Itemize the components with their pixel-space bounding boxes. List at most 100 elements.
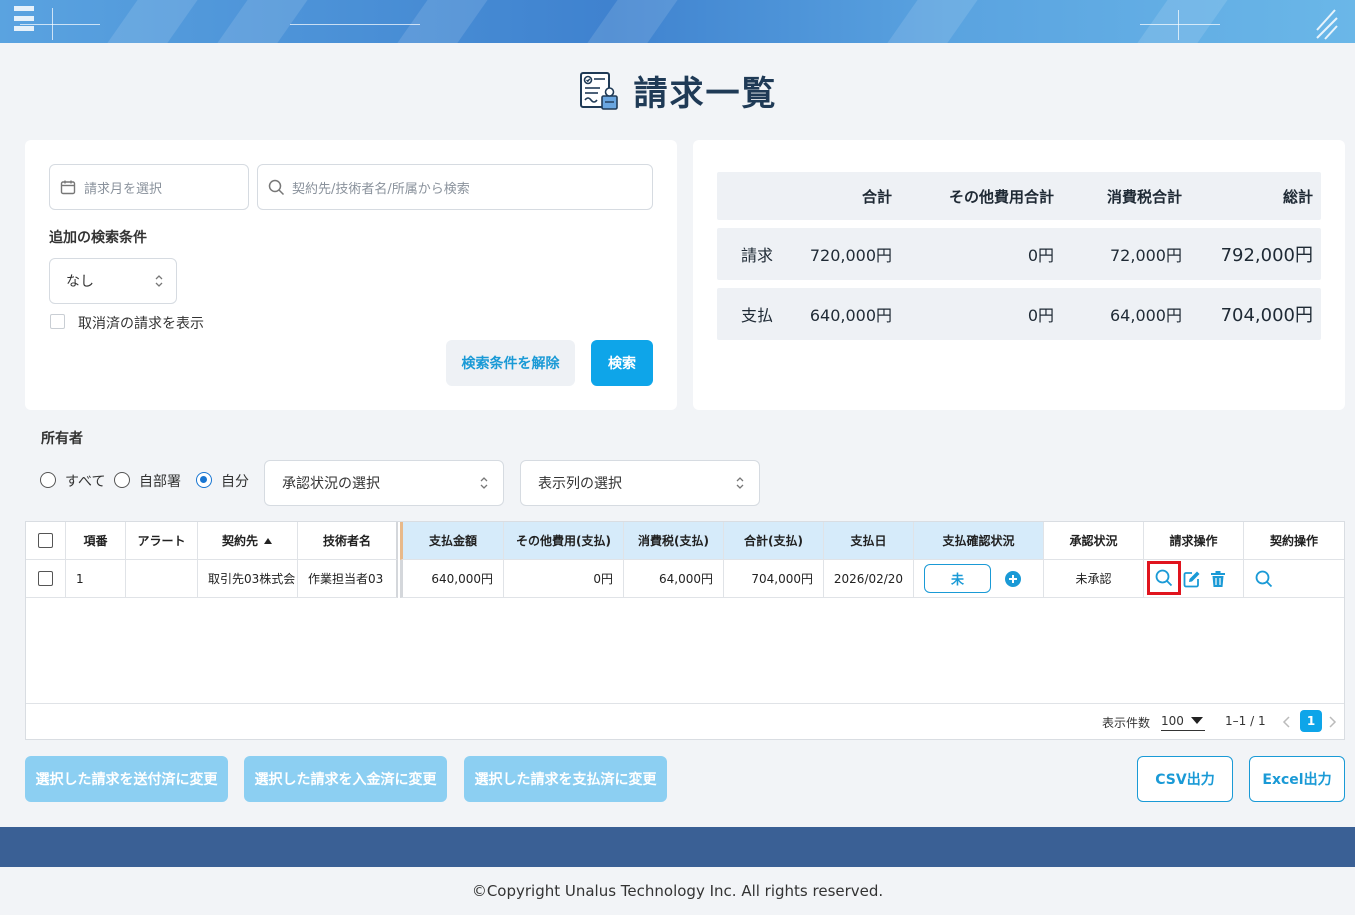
sort-up-icon — [264, 537, 272, 544]
chevron-right-icon[interactable] — [1327, 716, 1337, 728]
invoice-doc-icon — [579, 71, 618, 110]
invoice-table: 項番 アラート 契約先 技術者名 支払金額 その他費用(支払) 消費税(支払) … — [25, 521, 1345, 740]
header-other-pay: その他費用(支払) — [504, 522, 624, 560]
row-total-pay: 704,000円 — [724, 560, 824, 598]
row-approval: 未承認 — [1044, 560, 1144, 598]
keyword-placeholder: 契約先/技術者名/所属から検索 — [292, 181, 470, 197]
clear-conditions-button[interactable]: 検索条件を解除 — [446, 340, 575, 386]
owner-label: 所有者 — [41, 431, 83, 447]
per-page-value: 100 — [1161, 713, 1184, 728]
header-invoice-ops: 請求操作 — [1144, 522, 1244, 560]
header-client[interactable]: 契約先 — [198, 522, 298, 560]
owner-option-self[interactable]: 自分 — [221, 471, 249, 491]
footer-band — [0, 827, 1355, 867]
mark-paid-button[interactable]: 選択した請求を支払済に変更 — [464, 756, 667, 802]
row-pay-status-cell: 未 — [914, 560, 1044, 598]
page-range: 1–1 / 1 — [1225, 714, 1266, 728]
header-pay-amount: 支払金額 — [400, 522, 504, 560]
pagination-bar: 表示件数 100 1–1 / 1 1 — [26, 703, 1344, 739]
header-select-all — [26, 522, 66, 560]
per-page-label: 表示件数 — [1102, 716, 1151, 730]
diagonal-lines-icon — [1316, 9, 1338, 40]
page-title: 請求一覧 — [633, 74, 778, 114]
header-pay-status: 支払確認状況 — [914, 522, 1044, 560]
header-total-pay: 合計(支払) — [724, 522, 824, 560]
row-client: 取引先03株式会 — [198, 560, 298, 598]
extra-conditions-value: なし — [66, 274, 94, 290]
header-engineer: 技術者名 — [298, 522, 398, 560]
row-contract-ops — [1244, 560, 1344, 598]
header-alert: アラート — [126, 522, 198, 560]
csv-export-button[interactable]: CSV出力 — [1137, 756, 1233, 802]
trash-icon — [1211, 571, 1225, 587]
row-pay-date: 2026/02/20 — [824, 560, 914, 598]
row-no: 1 — [66, 560, 126, 598]
summary-header-row: 合計 その他費用合計 消費税合計 総計 — [717, 172, 1321, 220]
summary-row-label: 支払 — [741, 306, 774, 325]
month-placeholder: 請求月を選択 — [84, 181, 163, 197]
owner-radio-department[interactable] — [114, 472, 130, 488]
row-engineer: 作業担当者03 — [298, 560, 398, 598]
view-invoice-button[interactable] — [1147, 561, 1181, 595]
owner-option-department[interactable]: 自部署 — [139, 471, 181, 491]
mark-received-button[interactable]: 選択した請求を入金済に変更 — [244, 756, 447, 802]
row-other-pay: 0円 — [504, 560, 624, 598]
summary-header-total: 合計 — [861, 187, 892, 206]
current-page-button[interactable]: 1 — [1300, 710, 1322, 732]
row-alert — [126, 560, 198, 598]
select-arrows-icon — [480, 477, 488, 489]
search-icon — [1255, 570, 1273, 588]
header-contract-ops: 契約操作 — [1244, 522, 1344, 560]
search-button[interactable]: 検索 — [591, 340, 653, 386]
columns-select-label: 表示列の選択 — [538, 476, 622, 492]
select-all-checkbox[interactable] — [38, 533, 53, 548]
summary-invoice-total: 720,000円 — [809, 246, 892, 265]
summary-header-tax: 消費税合計 — [1106, 187, 1182, 206]
summary-header-other: その他費用合計 — [948, 187, 1054, 206]
summary-payment-other: 0円 — [1027, 306, 1054, 325]
summary-payment-tax: 64,000円 — [1110, 306, 1182, 325]
summary-header-grand: 総計 — [1282, 187, 1313, 206]
month-picker[interactable]: 請求月を選択 — [49, 164, 249, 210]
show-cancelled-label: 取消済の請求を表示 — [78, 316, 204, 332]
pay-status-button[interactable]: 未 — [924, 564, 991, 593]
view-contract-button[interactable] — [1254, 569, 1274, 589]
owner-radio-all[interactable] — [40, 472, 56, 488]
summary-row-label: 請求 — [741, 246, 774, 265]
search-icon — [268, 179, 285, 195]
chevron-left-icon[interactable] — [1282, 716, 1292, 728]
menu-icon[interactable] — [14, 6, 34, 38]
row-checkbox[interactable] — [38, 571, 53, 586]
plus-circle-icon[interactable] — [1004, 570, 1022, 588]
extra-conditions-select[interactable]: なし — [49, 258, 177, 304]
delete-invoice-button[interactable] — [1208, 569, 1228, 589]
approval-status-select-label: 承認状況の選択 — [282, 476, 380, 492]
row-tax-pay: 64,000円 — [624, 560, 724, 598]
show-cancelled-checkbox[interactable] — [50, 314, 65, 329]
header-no: 項番 — [66, 522, 126, 560]
edit-icon — [1183, 571, 1200, 588]
header-pay-date: 支払日 — [824, 522, 914, 560]
summary-payment-total: 640,000円 — [809, 306, 892, 325]
approval-status-select[interactable]: 承認状況の選択 — [264, 460, 504, 506]
select-arrows-icon — [155, 275, 163, 287]
header-approval: 承認状況 — [1044, 522, 1144, 560]
mark-sent-button[interactable]: 選択した請求を送付済に変更 — [25, 756, 228, 802]
excel-export-button[interactable]: Excel出力 — [1249, 756, 1345, 802]
per-page-select[interactable]: 100 — [1161, 711, 1205, 731]
top-banner — [0, 0, 1355, 43]
keyword-search-input[interactable]: 契約先/技術者名/所属から検索 — [257, 164, 653, 210]
summary-invoice-tax: 72,000円 — [1110, 246, 1182, 265]
summary-row-invoice: 請求 720,000円 0円 72,000円 792,000円 — [717, 228, 1321, 280]
summary-invoice-other: 0円 — [1027, 246, 1054, 265]
header-client-label: 契約先 — [221, 534, 258, 548]
owner-radio-self[interactable] — [196, 472, 212, 488]
select-arrows-icon — [736, 477, 744, 489]
summary-payment-grand: 704,000円 — [1220, 305, 1313, 326]
owner-option-all[interactable]: すべて — [65, 471, 105, 491]
edit-invoice-button[interactable] — [1182, 569, 1202, 589]
row-pay-amount: 640,000円 — [400, 560, 504, 598]
row-invoice-ops — [1144, 560, 1244, 598]
columns-select[interactable]: 表示列の選択 — [520, 460, 760, 506]
summary-invoice-grand: 792,000円 — [1220, 245, 1313, 266]
